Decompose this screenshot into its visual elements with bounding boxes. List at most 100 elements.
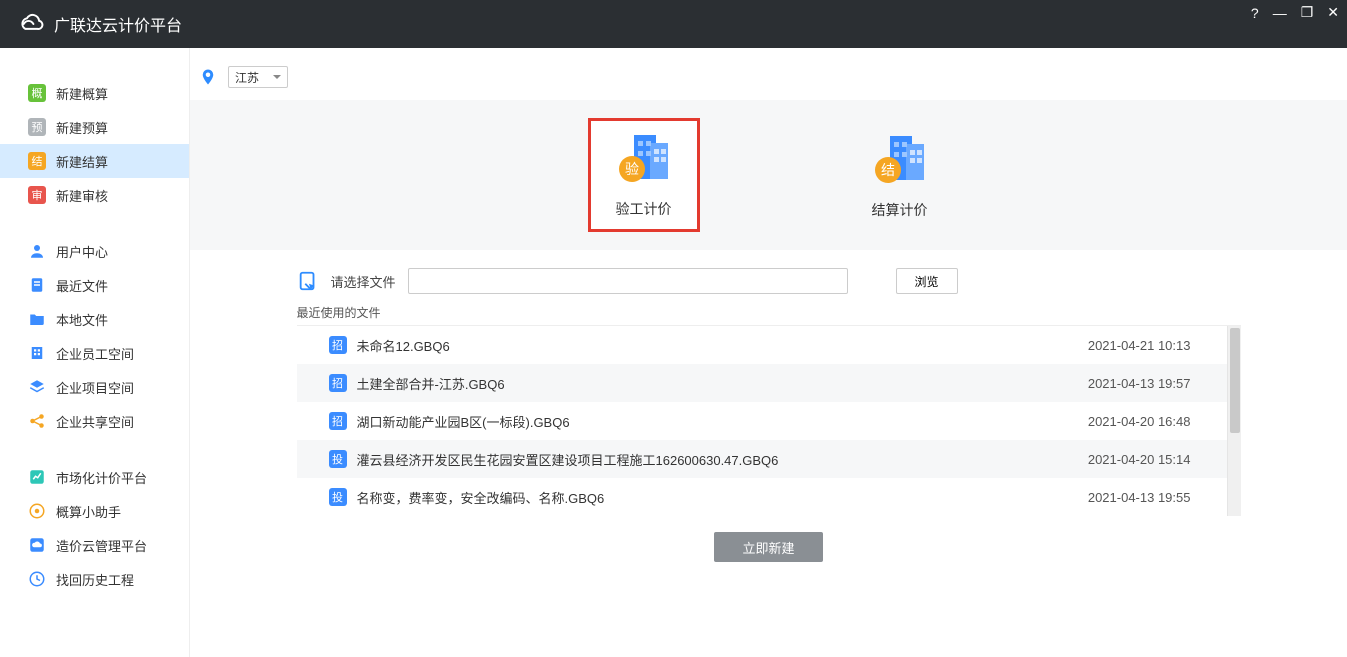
sidebar-item-label: 新建概算 <box>56 84 108 103</box>
region-select-value: 江苏 <box>235 69 259 86</box>
file-pointer-icon <box>297 270 319 292</box>
recent-file-row[interactable]: 招土建全部合并-江苏.GBQ62021-04-13 19:57 <box>297 364 1241 402</box>
user-icon <box>28 242 46 260</box>
file-name: 名称变，费率变，安全改编码、名称.GBQ6 <box>357 488 1088 507</box>
card-jie-icon: 结 <box>872 130 928 186</box>
sidebar-item-label: 企业项目空间 <box>56 378 134 397</box>
card-yan-icon: 验 <box>616 129 672 185</box>
结-icon: 结 <box>28 152 46 170</box>
location-pin-icon <box>198 67 218 87</box>
sidebar-item-label: 企业共享空间 <box>56 412 134 431</box>
file-type-tag: 招 <box>329 412 347 430</box>
file-select-label: 请选择文件 <box>331 272 396 291</box>
sidebar-item-label: 造价云管理平台 <box>56 536 147 555</box>
sidebar: 概新建概算预新建预算结新建结算审新建审核 用户中心最近文件本地文件企业员工空间企… <box>0 48 190 657</box>
assist-icon <box>28 502 46 520</box>
file-time: 2021-04-13 19:55 <box>1088 490 1191 505</box>
file-name: 灌云县经济开发区民生花园安置区建设项目工程施工162600630.47.GBQ6 <box>357 450 1088 469</box>
svg-text:结: 结 <box>881 163 895 179</box>
file-type-tag: 招 <box>329 374 347 392</box>
概-icon: 概 <box>28 84 46 102</box>
sidebar-item-造价云管理平台[interactable]: 造价云管理平台 <box>0 528 189 562</box>
folder-icon <box>28 310 46 328</box>
sidebar-item-最近文件[interactable]: 最近文件 <box>0 268 189 302</box>
file-name: 未命名12.GBQ6 <box>357 336 1088 355</box>
sidebar-item-本地文件[interactable]: 本地文件 <box>0 302 189 336</box>
building-icon: 验 <box>616 129 672 185</box>
maximize-button[interactable]: ❐ <box>1301 4 1314 21</box>
sidebar-item-label: 本地文件 <box>56 310 108 329</box>
sidebar-item-label: 新建预算 <box>56 118 108 137</box>
sidebar-item-label: 找回历史工程 <box>56 570 134 589</box>
sidebar-item-label: 最近文件 <box>56 276 108 295</box>
history-icon <box>28 570 46 588</box>
building-icon <box>28 344 46 362</box>
file-time: 2021-04-20 16:48 <box>1088 414 1191 429</box>
close-button[interactable]: ✕ <box>1327 4 1339 21</box>
file-time: 2021-04-20 15:14 <box>1088 452 1191 467</box>
help-button[interactable]: ? <box>1251 5 1259 21</box>
sidebar-item-label: 企业员工空间 <box>56 344 134 363</box>
sidebar-item-label: 市场化计价平台 <box>56 468 147 487</box>
sidebar-item-label: 新建结算 <box>56 152 108 171</box>
create-row: 立即新建 <box>297 516 1241 562</box>
sidebar-item-企业项目空间[interactable]: 企业项目空间 <box>0 370 189 404</box>
region-select[interactable]: 江苏 <box>228 66 288 88</box>
sidebar-item-概算小助手[interactable]: 概算小助手 <box>0 494 189 528</box>
main-content: 江苏 验 验工计价 结 结算计价 <box>190 48 1347 657</box>
file-type-tag: 投 <box>329 450 347 468</box>
browse-button[interactable]: 浏览 <box>896 268 958 294</box>
file-list-scrollbar[interactable] <box>1227 326 1241 516</box>
app-logo: 广联达云计价平台 <box>18 11 182 37</box>
minimize-button[interactable]: — <box>1273 5 1287 21</box>
recent-file-list: 招未命名12.GBQ62021-04-21 10:13招土建全部合并-江苏.GB… <box>297 325 1241 516</box>
layers-icon <box>28 378 46 396</box>
file-time: 2021-04-13 19:57 <box>1088 376 1191 391</box>
scrollbar-thumb[interactable] <box>1230 328 1240 433</box>
file-panel: 请选择文件 浏览 最近使用的文件 招未命名12.GBQ62021-04-21 1… <box>259 250 1279 562</box>
file-path-input[interactable] <box>408 268 848 294</box>
card-yan[interactable]: 验 验工计价 <box>588 118 700 232</box>
sidebar-item-新建概算[interactable]: 概新建概算 <box>0 76 189 110</box>
market-icon <box>28 468 46 486</box>
sidebar-item-找回历史工程[interactable]: 找回历史工程 <box>0 562 189 596</box>
sidebar-item-用户中心[interactable]: 用户中心 <box>0 234 189 268</box>
sidebar-item-企业员工空间[interactable]: 企业员工空间 <box>0 336 189 370</box>
doc-icon <box>28 276 46 294</box>
file-type-tag: 投 <box>329 488 347 506</box>
预-icon: 预 <box>28 118 46 136</box>
create-now-button[interactable]: 立即新建 <box>714 532 822 562</box>
sidebar-item-新建结算[interactable]: 结新建结算 <box>0 144 189 178</box>
file-name: 湖口新动能产业园B区(一标段).GBQ6 <box>357 412 1088 431</box>
cards-strip: 验 验工计价 结 结算计价 <box>190 100 1347 250</box>
recent-file-row[interactable]: 投名称变，费率变，安全改编码、名称.GBQ62021-04-13 19:55 <box>297 478 1241 516</box>
svg-text:验: 验 <box>625 162 639 178</box>
cloud-icon <box>28 536 46 554</box>
card-jie-label: 结算计价 <box>850 200 950 220</box>
building-icon: 结 <box>872 130 928 186</box>
审-icon: 审 <box>28 186 46 204</box>
sidebar-item-市场化计价平台[interactable]: 市场化计价平台 <box>0 460 189 494</box>
card-jie[interactable]: 结 结算计价 <box>850 130 950 220</box>
file-name: 土建全部合并-江苏.GBQ6 <box>357 374 1088 393</box>
recent-file-row[interactable]: 招未命名12.GBQ62021-04-21 10:13 <box>297 326 1241 364</box>
sidebar-item-新建审核[interactable]: 审新建审核 <box>0 178 189 212</box>
recent-file-row[interactable]: 招湖口新动能产业园B区(一标段).GBQ62021-04-20 16:48 <box>297 402 1241 440</box>
sidebar-item-企业共享空间[interactable]: 企业共享空间 <box>0 404 189 438</box>
file-type-tag: 招 <box>329 336 347 354</box>
card-yan-label: 验工计价 <box>591 199 697 219</box>
window-controls: ? — ❐ ✕ <box>1251 4 1339 21</box>
recent-files-label: 最近使用的文件 <box>297 304 1241 321</box>
sidebar-item-label: 概算小助手 <box>56 502 121 521</box>
app-body: 概新建概算预新建预算结新建结算审新建审核 用户中心最近文件本地文件企业员工空间企… <box>0 48 1347 657</box>
share-icon <box>28 412 46 430</box>
cloud-logo-icon <box>18 11 44 37</box>
sidebar-item-label: 用户中心 <box>56 242 108 261</box>
sidebar-item-label: 新建审核 <box>56 186 108 205</box>
file-select-row: 请选择文件 浏览 <box>297 268 1241 294</box>
app-title: 广联达云计价平台 <box>54 12 182 36</box>
region-row: 江苏 <box>190 48 1347 100</box>
file-time: 2021-04-21 10:13 <box>1088 338 1191 353</box>
recent-file-row[interactable]: 投灌云县经济开发区民生花园安置区建设项目工程施工162600630.47.GBQ… <box>297 440 1241 478</box>
sidebar-item-新建预算[interactable]: 预新建预算 <box>0 110 189 144</box>
